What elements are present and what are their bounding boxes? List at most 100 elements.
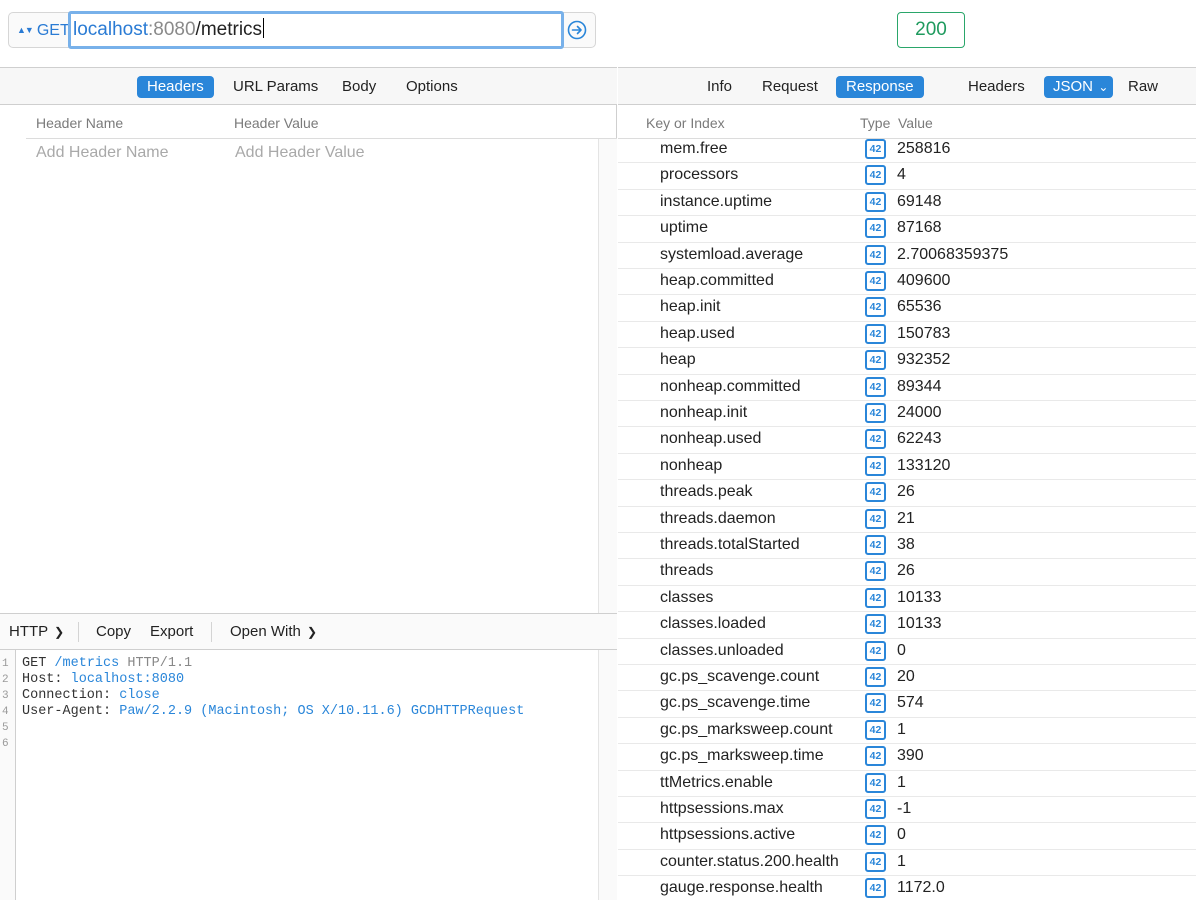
code-protocol: HTTP/1.1	[127, 656, 193, 671]
number-type-icon: 42	[865, 878, 886, 899]
url-path: /metrics	[195, 19, 263, 40]
column-value: Value	[898, 115, 933, 131]
json-row[interactable]: heap.committed 42 409600	[618, 269, 1196, 296]
export-button[interactable]: Export	[150, 623, 193, 640]
code-line: Host: localhost:8080	[22, 672, 184, 687]
json-row[interactable]: gc.ps_marksweep.time 42 390	[618, 744, 1196, 771]
json-key: gc.ps_scavenge.time	[660, 694, 811, 712]
code-key: Host:	[22, 672, 63, 687]
json-value: 390	[897, 747, 924, 765]
json-key: heap.used	[660, 324, 735, 342]
method-selector[interactable]: ▲▼ GET	[17, 13, 70, 47]
number-type-icon: 42	[865, 165, 886, 186]
json-row[interactable]: uptime 42 87168	[618, 216, 1196, 243]
json-row[interactable]: nonheap.committed 42 89344	[618, 375, 1196, 401]
column-key: Key or Index	[646, 115, 725, 131]
json-row[interactable]: classes.loaded 42 10133	[618, 612, 1196, 639]
tab-raw[interactable]: Raw	[1118, 76, 1168, 98]
json-row[interactable]: ttMetrics.enable 42 1	[618, 771, 1196, 797]
code-view[interactable]: 1 2 3 4 5 6 GET /metrics HTTP/1.1 Host: …	[0, 650, 617, 900]
json-key: classes	[660, 588, 714, 606]
json-row[interactable]: processors 42 4	[618, 163, 1196, 190]
json-row[interactable]: classes.unloaded 42 0	[618, 639, 1196, 665]
tab-headers[interactable]: Headers	[137, 76, 214, 98]
tab-response-headers[interactable]: Headers	[958, 76, 1035, 98]
tab-url-params[interactable]: URL Params	[223, 76, 328, 98]
json-key: counter.status.200.health	[660, 852, 839, 870]
response-tabs: Info Request Response Headers JSON ⌄ Raw	[618, 68, 1196, 105]
add-header-name-input[interactable]: Add Header Name	[36, 144, 169, 162]
json-row[interactable]: gauge.response.health 42 1172.0	[618, 876, 1196, 900]
json-row[interactable]: gc.ps_scavenge.count 42 20	[618, 665, 1196, 692]
url-box: ▲▼ GET localhost:8080/metrics	[8, 11, 596, 49]
json-key: classes.loaded	[660, 615, 766, 633]
code-line: GET /metrics HTTP/1.1	[22, 656, 192, 671]
chevron-down-icon: ❯	[54, 625, 65, 639]
json-row[interactable]: heap.used 42 150783	[618, 322, 1196, 349]
json-row[interactable]: httpsessions.active 42 0	[618, 823, 1196, 850]
number-type-icon: 42	[865, 455, 886, 476]
json-value: 1	[897, 720, 906, 738]
json-row[interactable]: threads.daemon 42 21	[618, 507, 1196, 533]
json-label: JSON	[1053, 78, 1094, 95]
json-row[interactable]: mem.free 42 258816	[618, 137, 1196, 164]
json-row[interactable]: nonheap 42 133120	[618, 454, 1196, 481]
method-label: GET	[36, 22, 70, 39]
tab-options[interactable]: Options	[396, 76, 468, 98]
format-dropdown[interactable]: HTTP ❯	[9, 623, 64, 640]
line-number: 2	[2, 674, 9, 686]
number-type-icon: 42	[865, 429, 886, 450]
json-row[interactable]: counter.status.200.health 42 1	[618, 850, 1196, 877]
add-header-value-input[interactable]: Add Header Value	[235, 144, 365, 162]
send-arrow-icon[interactable]	[566, 19, 588, 41]
number-type-icon: 42	[865, 323, 886, 344]
code-scrollbar[interactable]	[598, 650, 617, 900]
json-key: httpsessions.max	[660, 800, 784, 817]
headers-scrollbar[interactable]	[598, 139, 617, 613]
number-type-icon: 42	[865, 746, 886, 767]
json-value: 2.70068359375	[897, 245, 1009, 263]
tab-body[interactable]: Body	[332, 76, 386, 98]
json-row[interactable]: heap.init 42 65536	[618, 295, 1196, 322]
json-row[interactable]: threads 42 26	[618, 559, 1196, 586]
json-row[interactable]: httpsessions.max 42 -1	[618, 797, 1196, 824]
json-row[interactable]: threads.totalStarted 42 38	[618, 533, 1196, 560]
chevron-down-icon: ⌄	[1095, 80, 1109, 94]
json-key: heap.committed	[660, 272, 774, 289]
tab-request[interactable]: Request	[752, 76, 828, 98]
json-key: gc.ps_marksweep.time	[660, 747, 824, 765]
json-row[interactable]: nonheap.init 42 24000	[618, 401, 1196, 428]
json-row[interactable]: gc.ps_marksweep.count 42 1	[618, 718, 1196, 745]
json-value: -1	[897, 800, 912, 817]
json-row[interactable]: threads.peak 42 26	[618, 480, 1196, 507]
number-type-icon: 42	[865, 719, 886, 740]
line-number: 5	[2, 722, 9, 734]
json-row[interactable]: heap 42 932352	[618, 348, 1196, 375]
json-key: heap	[660, 351, 696, 369]
json-value: 409600	[897, 272, 951, 289]
json-row[interactable]: systemload.average 42 2.70068359375	[618, 243, 1196, 269]
json-key: mem.free	[660, 140, 728, 157]
number-type-icon: 42	[865, 799, 886, 819]
json-key: threads.totalStarted	[660, 536, 800, 553]
tab-info[interactable]: Info	[697, 76, 742, 98]
tab-response[interactable]: Response	[836, 76, 924, 98]
json-value: 89344	[897, 377, 942, 395]
json-key: threads.daemon	[660, 509, 776, 527]
json-key: nonheap.used	[660, 430, 762, 448]
json-value: 26	[897, 562, 915, 580]
code-path: /metrics	[54, 656, 120, 671]
number-type-icon: 42	[865, 297, 886, 318]
url-input[interactable]: localhost:8080/metrics	[68, 11, 564, 49]
tab-json[interactable]: JSON ⌄	[1044, 76, 1114, 98]
json-row[interactable]: instance.uptime 42 69148	[618, 190, 1196, 217]
json-row[interactable]: classes 42 10133	[618, 586, 1196, 613]
json-row[interactable]: nonheap.used 42 62243	[618, 427, 1196, 454]
code-value: Paw/2.2.9 (Macintosh; OS X/10.11.6) GCDH…	[119, 704, 525, 719]
copy-button[interactable]: Copy	[96, 623, 131, 640]
request-tabs: Headers URL Params Body Options	[0, 68, 617, 105]
open-with-dropdown[interactable]: Open With ❯	[230, 623, 317, 640]
code-key: Connection:	[22, 688, 112, 703]
json-row[interactable]: gc.ps_scavenge.time 42 574	[618, 691, 1196, 718]
number-type-icon: 42	[865, 376, 886, 397]
